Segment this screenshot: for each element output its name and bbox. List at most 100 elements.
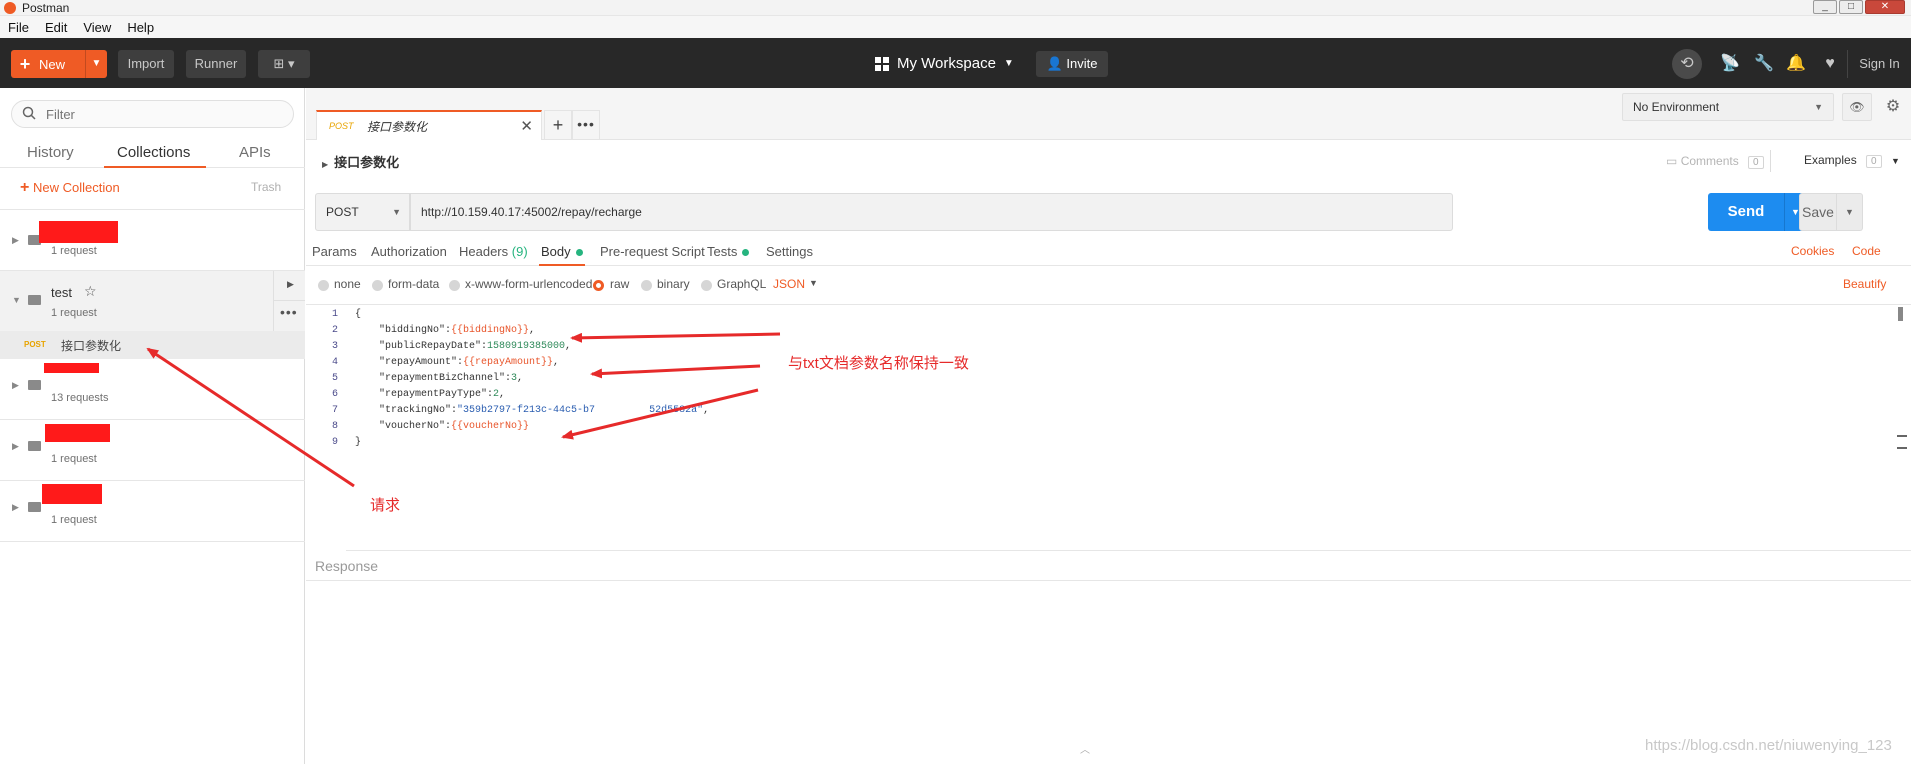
tab-headers[interactable]: Headers (9) <box>459 244 528 259</box>
tab-tests[interactable]: Tests <box>707 244 750 259</box>
radio-raw[interactable] <box>593 280 604 291</box>
chevron-down-icon: ▼ <box>12 295 21 305</box>
radio-graphql[interactable] <box>701 280 712 291</box>
chevron-right-icon: ▶ <box>12 441 19 451</box>
tab-settings[interactable]: Settings <box>766 244 813 259</box>
format-select[interactable]: JSON <box>773 277 805 291</box>
collection-item[interactable]: ▶ 1 request <box>0 481 305 541</box>
star-icon[interactable]: ☆ <box>84 283 97 300</box>
body-type-options: none form-data x-www-form-urlencoded raw… <box>306 272 1911 300</box>
chevron-down-icon: ▼ <box>1003 58 1014 69</box>
tab-apis[interactable]: APIs <box>239 144 271 161</box>
chevron-up-icon[interactable]: ︿ <box>1080 741 1090 756</box>
eye-icon[interactable]: 👁 <box>1842 93 1872 121</box>
new-button[interactable]: + New ▼ <box>11 50 107 78</box>
folder-icon <box>28 502 41 512</box>
code-token: "repaymentPayType": <box>355 389 494 400</box>
menu-edit[interactable]: Edit <box>45 20 67 35</box>
collection-item[interactable]: ▶ 1 request <box>0 210 305 270</box>
editor-resize-handle[interactable] <box>1897 435 1907 449</box>
examples-count: 0 <box>1866 155 1882 168</box>
environment-value: No Environment <box>1633 100 1720 114</box>
window-title: Postman <box>22 1 70 15</box>
more-tabs-icon[interactable]: ••• <box>572 110 600 140</box>
window-close-button[interactable]: ✕ <box>1865 0 1905 14</box>
cookies-link[interactable]: Cookies <box>1791 244 1834 258</box>
save-button[interactable]: Save <box>1799 193 1837 231</box>
wrench-icon[interactable]: 🔧 <box>1754 54 1774 74</box>
body-code-editor[interactable]: 1 2 3 4 5 6 7 8 9 { "biddingNo":{{biddingNo}}, "… <box>306 304 1911 552</box>
gear-icon[interactable]: ⚙ <box>1878 93 1908 121</box>
comments-button[interactable]: ▭ Comments 0 <box>1666 154 1764 169</box>
code-link[interactable]: Code <box>1852 244 1881 258</box>
divider <box>0 541 305 542</box>
filter-box[interactable] <box>11 100 294 128</box>
breadcrumb-title: 接口参数化 <box>334 155 400 170</box>
trash-link[interactable]: Trash <box>251 180 281 194</box>
tab-authorization[interactable]: Authorization <box>371 244 447 259</box>
examples-label: Examples <box>1804 153 1857 167</box>
line-number: 3 <box>331 341 338 352</box>
new-dropdown-caret-icon[interactable]: ▼ <box>85 50 107 78</box>
url-input[interactable] <box>410 193 1453 231</box>
radio-urlencoded[interactable] <box>449 280 460 291</box>
sign-in-button[interactable]: Sign In <box>1847 50 1911 78</box>
code-token: } <box>355 437 362 448</box>
request-item[interactable]: POST 接口参数化 <box>0 331 305 359</box>
beautify-link[interactable]: Beautify <box>1843 277 1886 291</box>
method-select[interactable]: POST ▼ <box>315 193 410 231</box>
menu-view[interactable]: View <box>83 20 111 35</box>
sync-off-icon[interactable]: ⟲ <box>1672 49 1702 79</box>
maximize-button[interactable]: □ <box>1839 0 1863 14</box>
line-number: 1 <box>331 309 338 320</box>
satellite-icon[interactable]: 📡 <box>1720 54 1740 74</box>
invite-button[interactable]: 👤 Invite <box>1036 51 1108 77</box>
radio-none[interactable] <box>318 280 329 291</box>
tab-history[interactable]: History <box>27 144 74 161</box>
save-dropdown-caret-icon[interactable]: ▼ <box>1837 193 1863 231</box>
minimize-button[interactable]: _ <box>1813 0 1837 14</box>
collection-item[interactable]: ▶ 13 requests <box>0 359 305 419</box>
expand-arrow-icon[interactable]: ▶ <box>287 279 294 290</box>
tab-body[interactable]: Body <box>541 244 583 259</box>
send-button[interactable]: Send <box>1708 193 1784 231</box>
radio-form-data[interactable] <box>372 280 383 291</box>
tab-collections[interactable]: Collections <box>117 144 190 161</box>
heart-icon[interactable]: ♥ <box>1820 54 1840 74</box>
collection-item-test[interactable]: ▼ test ☆ 1 request ▶ ••• <box>0 271 305 331</box>
breadcrumb[interactable]: ▶ 接口参数化 <box>322 152 399 171</box>
examples-button[interactable]: Examples 0 ▼ <box>1804 153 1900 168</box>
sidebar-tabs: History Collections APIs <box>0 136 305 168</box>
environment-select[interactable]: No Environment ▼ <box>1622 93 1834 121</box>
close-icon[interactable]: ✕ <box>520 117 533 135</box>
new-window-icon: ⊞ ▾ <box>273 56 295 71</box>
workspace-switcher[interactable]: My Workspace ▼ <box>875 50 1014 78</box>
menu-help[interactable]: Help <box>127 20 154 35</box>
plus-icon: + <box>20 179 30 196</box>
chevron-down-icon[interactable]: ▼ <box>809 278 818 288</box>
tab-params[interactable]: Params <box>312 244 357 259</box>
filter-input[interactable] <box>46 105 276 123</box>
editor-scrollbar[interactable] <box>1898 307 1903 321</box>
add-tab-button[interactable]: + <box>544 110 572 140</box>
body-label: Body <box>541 244 571 259</box>
tab-prerequest-script[interactable]: Pre-request Script <box>600 244 705 259</box>
response-header[interactable]: Response <box>306 551 1911 581</box>
bell-icon[interactable]: 🔔 <box>1786 54 1806 74</box>
radio-graphql-label: GraphQL <box>717 277 767 291</box>
request-tab-strip: POST 接口参数化 ✕ + ••• No Environment ▼ 👁 ⚙ <box>306 88 1911 140</box>
collection-item[interactable]: ▶ 1 request <box>0 420 305 480</box>
line-number-gutter: 1 2 3 4 5 6 7 8 9 <box>306 305 346 552</box>
import-button[interactable]: Import <box>118 50 174 78</box>
more-options-icon[interactable]: ••• <box>280 304 298 320</box>
code-token: , <box>553 357 560 368</box>
folder-icon <box>28 295 41 305</box>
new-collection-button[interactable]: + New Collection <box>20 179 120 197</box>
radio-binary[interactable] <box>641 280 652 291</box>
status-dot <box>742 249 750 257</box>
request-tab[interactable]: POST 接口参数化 ✕ <box>316 110 542 140</box>
new-window-button[interactable]: ⊞ ▾ <box>258 50 310 78</box>
runner-button[interactable]: Runner <box>186 50 246 78</box>
window-controls: _ □ ✕ <box>1813 0 1905 14</box>
menu-file[interactable]: File <box>8 20 29 35</box>
